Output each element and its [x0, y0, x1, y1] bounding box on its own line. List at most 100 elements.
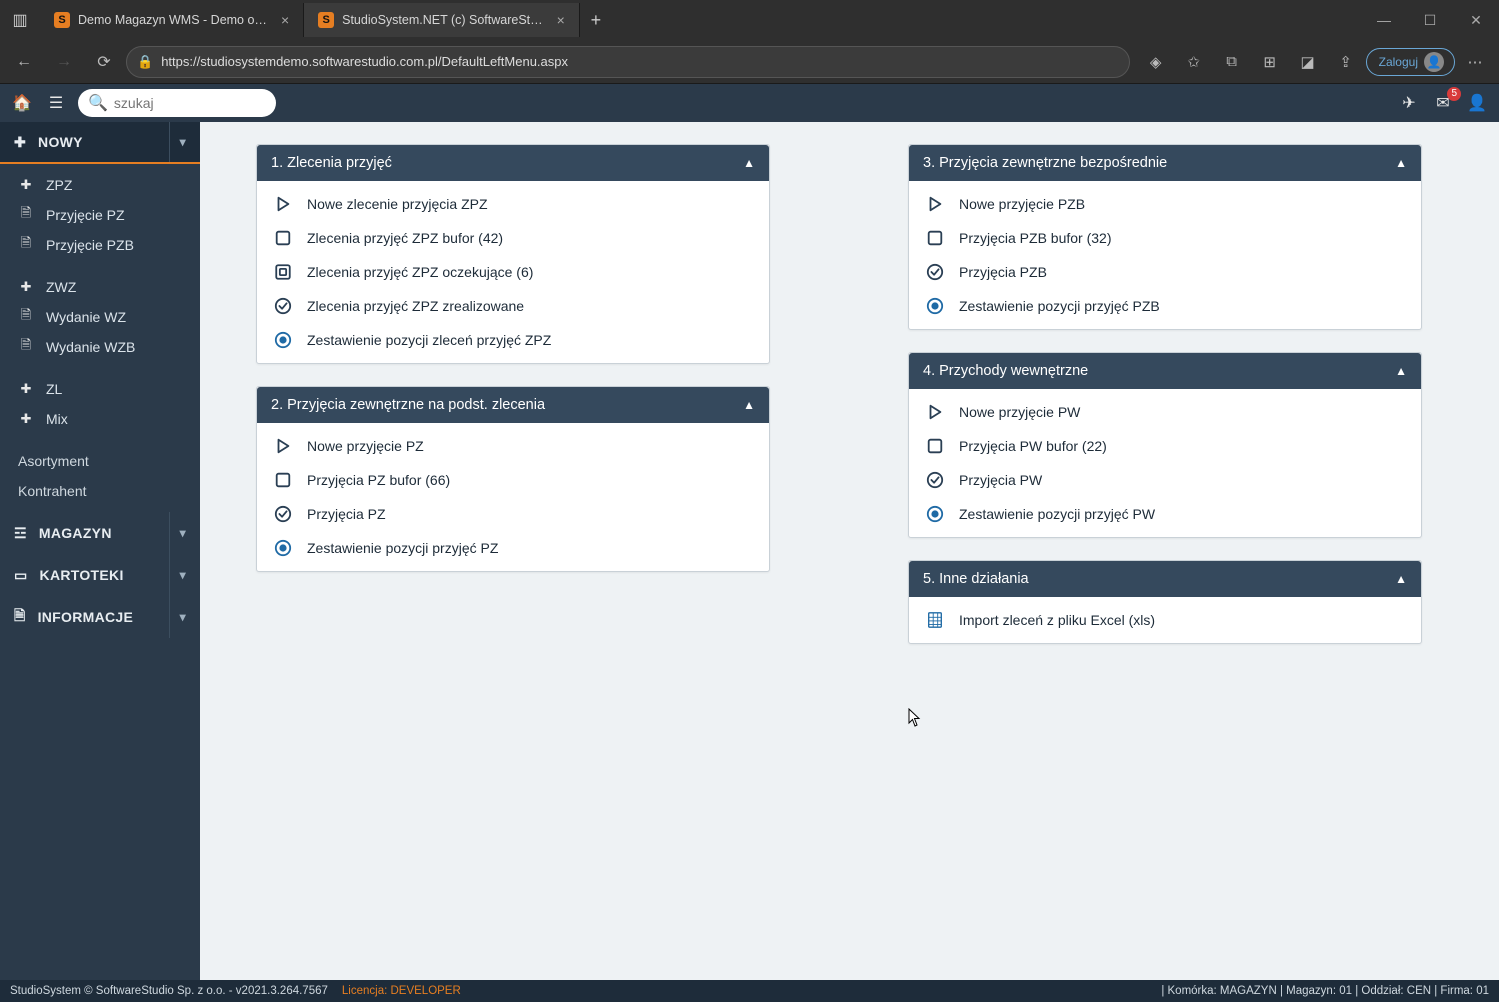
extensions-icon[interactable]: ⊞ — [1252, 46, 1288, 78]
panel-row[interactable]: Zestawienie pozycji przyjęć PZ — [257, 531, 769, 565]
panel-3: 3. Przyjęcia zewnętrzne bezpośrednie ▲ Now… — [908, 144, 1422, 330]
more-icon[interactable]: ⋯ — [1457, 46, 1493, 78]
panel-header[interactable]: 4. Przychody wewnętrzne▲ — [909, 353, 1421, 389]
panel-header[interactable]: 3. Przyjęcia zewnętrzne bezpośrednie ▲ — [909, 145, 1421, 181]
address-bar[interactable]: 🔒 https://studiosystemdemo.softwarestudi… — [126, 46, 1130, 78]
sidebar-section-informacje[interactable]: 🗎 INFORMACJE ▾ — [0, 596, 200, 638]
panel-row[interactable]: Przyjęcia PZ bufor (66) — [257, 463, 769, 497]
panel-title: 3. Przyjęcia zewnętrzne bezpośrednie — [923, 155, 1167, 171]
sidebar-item-zpz[interactable]: ✚ ZPZ — [0, 170, 200, 200]
search-input[interactable] — [114, 95, 266, 111]
sidebar-section-nowy[interactable]: ✚ NOWY ▾ — [0, 122, 200, 164]
row-label: Zestawienie pozycji przyjęć PZB — [959, 298, 1160, 314]
warehouse-icon: ☲ — [14, 525, 27, 542]
check-icon — [925, 262, 945, 282]
sidebar-item-asortyment[interactable]: Asortyment — [0, 446, 200, 476]
chevron-down-icon[interactable]: ▾ — [169, 122, 186, 162]
panel-header[interactable]: 5. Inne działania▲ — [909, 561, 1421, 597]
dot-icon — [925, 504, 945, 524]
favorites-icon[interactable]: ✩ — [1176, 46, 1212, 78]
collapse-icon[interactable]: ▲ — [743, 156, 755, 170]
row-label: Import zleceń z pliku Excel (xls) — [959, 612, 1155, 628]
collapse-icon[interactable]: ▲ — [743, 398, 755, 412]
sidebar-item-zwz[interactable]: ✚ ZWZ — [0, 272, 200, 302]
section-label: KARTOTEKI — [40, 567, 124, 583]
sidebar-item-pz[interactable]: 🗎 Przyjęcie PZ — [0, 200, 200, 230]
panel-body: Nowe zlecenie przyjęcia ZPZZlecenia przy… — [257, 181, 769, 363]
plus-icon: ✚ — [14, 134, 26, 151]
panel-header[interactable]: 2. Przyjęcia zewnętrzne na podst. zlecen… — [257, 387, 769, 423]
sidebar-item-wzb[interactable]: 🗎 Wydanie WZB — [0, 332, 200, 362]
login-label: Zaloguj — [1379, 55, 1418, 69]
panel-row[interactable]: Zestawienie pozycji przyjęć PW — [909, 497, 1421, 531]
doc-icon: 🗎 — [18, 207, 34, 223]
maximize-button[interactable]: ☐ — [1407, 0, 1453, 40]
status-left: StudioSystem © SoftwareStudio Sp. z o.o.… — [10, 985, 328, 997]
tracking-icon[interactable]: ◈ — [1138, 46, 1174, 78]
doc-plus-icon: ✚ — [18, 381, 34, 397]
panel-row[interactable]: Przyjęcia PZB bufor (32) — [909, 221, 1421, 255]
panel-row[interactable]: Przyjęcia PZB — [909, 255, 1421, 289]
chevron-down-icon[interactable]: ▾ — [169, 512, 186, 554]
upload-icon[interactable]: ✈ — [1397, 91, 1421, 115]
panel-row[interactable]: Nowe przyjęcie PZB — [909, 187, 1421, 221]
panel-row[interactable]: Zlecenia przyjęć ZPZ zrealizowane — [257, 289, 769, 323]
panel-row[interactable]: Zestawienie pozycji przyjęć PZB — [909, 289, 1421, 323]
user-icon[interactable]: 👤 — [1465, 91, 1489, 115]
close-window-button[interactable]: ✕ — [1453, 0, 1499, 40]
panel-row[interactable]: Nowe zlecenie przyjęcia ZPZ — [257, 187, 769, 221]
sidebar-item-zl[interactable]: ✚ ZL — [0, 374, 200, 404]
collapse-icon[interactable]: ▲ — [1395, 156, 1407, 170]
close-icon[interactable]: × — [557, 12, 565, 28]
square-icon — [273, 228, 293, 248]
card-icon: ▭ — [14, 567, 28, 584]
menu-toggle-icon[interactable]: ☰ — [44, 91, 68, 115]
tab-title: StudioSystem.NET (c) SoftwareSt… — [342, 13, 543, 27]
refresh-button[interactable]: ⟳ — [86, 46, 122, 78]
panel-row[interactable]: Nowe przyjęcie PW — [909, 395, 1421, 429]
sidebar-item-pzb[interactable]: 🗎 Przyjęcie PZB — [0, 230, 200, 260]
panel-row[interactable]: Import zleceń z pliku Excel (xls) — [909, 603, 1421, 637]
browser-tab-strip: ▥ S Demo Magazyn WMS - Demo o… × S Studi… — [0, 0, 1499, 40]
panel-row[interactable]: Zestawienie pozycji zleceń przyjęć ZPZ — [257, 323, 769, 357]
sidebar-item-wz[interactable]: 🗎 Wydanie WZ — [0, 302, 200, 332]
browser-tab-0[interactable]: S Demo Magazyn WMS - Demo o… × — [40, 3, 304, 37]
chevron-down-icon[interactable]: ▾ — [169, 596, 186, 638]
panel-row[interactable]: Nowe przyjęcie PZ — [257, 429, 769, 463]
back-button[interactable]: ← — [6, 46, 42, 78]
home-icon[interactable]: 🏠 — [10, 91, 34, 115]
login-button[interactable]: Zaloguj 👤 — [1366, 48, 1455, 76]
close-icon[interactable]: × — [281, 12, 289, 28]
new-tab-button[interactable]: + — [580, 10, 612, 31]
panel-row[interactable]: Przyjęcia PZ — [257, 497, 769, 531]
sidebar-item-kontrahent[interactable]: Kontrahent — [0, 476, 200, 506]
panel-body: Import zleceń z pliku Excel (xls) — [909, 597, 1421, 643]
sidebar-item-mix[interactable]: ✚ Mix — [0, 404, 200, 434]
sidebar: ✚ NOWY ▾ ✚ ZPZ 🗎 Przyjęcie PZ 🗎 Przyjęci… — [0, 122, 200, 980]
tab-actions-icon[interactable]: ▥ — [0, 10, 40, 30]
minimize-button[interactable]: ― — [1361, 0, 1407, 40]
tab-title: Demo Magazyn WMS - Demo o… — [78, 13, 267, 27]
collapse-icon[interactable]: ▲ — [1395, 364, 1407, 378]
collapse-icon[interactable]: ▲ — [1395, 572, 1407, 586]
mail-icon[interactable]: ✉ 5 — [1431, 91, 1455, 115]
panel-row[interactable]: Zlecenia przyjęć ZPZ bufor (42) — [257, 221, 769, 255]
performance-icon[interactable]: ◪ — [1290, 46, 1326, 78]
sidebar-section-magazyn[interactable]: ☲ MAGAZYN ▾ — [0, 512, 200, 554]
panel-row[interactable]: Przyjęcia PW — [909, 463, 1421, 497]
status-license: Licencja: DEVELOPER — [342, 985, 461, 997]
chevron-down-icon[interactable]: ▾ — [169, 554, 186, 596]
sidebar-section-kartoteki[interactable]: ▭ KARTOTEKI ▾ — [0, 554, 200, 596]
panel-header[interactable]: 1. Zlecenia przyjęć▲ — [257, 145, 769, 181]
main-content: 1. Zlecenia przyjęć▲Nowe zlecenie przyję… — [200, 122, 1499, 980]
collections-icon[interactable]: ⧉ — [1214, 46, 1250, 78]
search-field[interactable]: 🔍 — [78, 89, 276, 117]
panel-row[interactable]: Zlecenia przyjęć ZPZ oczekujące (6) — [257, 255, 769, 289]
browser-tab-1[interactable]: S StudioSystem.NET (c) SoftwareSt… × — [304, 3, 580, 37]
avatar-icon: 👤 — [1424, 52, 1444, 72]
panel-title: 2. Przyjęcia zewnętrzne na podst. zlecen… — [271, 397, 545, 413]
row-label: Przyjęcia PZ — [307, 506, 386, 522]
dot-icon — [273, 538, 293, 558]
share-icon[interactable]: ⇪ — [1328, 46, 1364, 78]
panel-row[interactable]: Przyjęcia PW bufor (22) — [909, 429, 1421, 463]
